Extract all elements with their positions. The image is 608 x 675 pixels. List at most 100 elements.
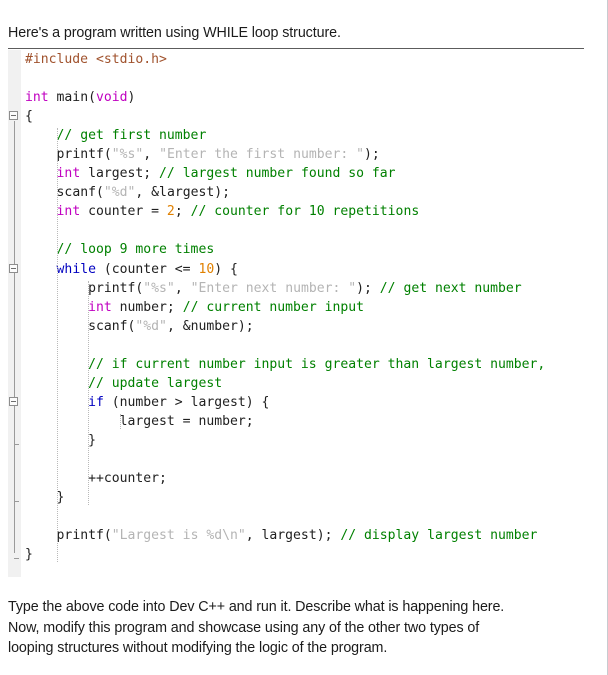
code-token: printf( — [56, 528, 112, 544]
code-token: // update largest — [88, 375, 223, 391]
code-line: scanf("%d", &largest); — [21, 183, 545, 202]
code-token: // get next number — [379, 280, 522, 296]
code-token: void — [95, 90, 128, 106]
document-page: Here's a program written using WHILE loo… — [0, 0, 608, 675]
code-token: printf( — [56, 147, 112, 163]
indent-guide — [119, 413, 121, 429]
code-token: if — [88, 394, 104, 410]
code-line: int largest; // largest number found so … — [21, 164, 545, 183]
code-token: } — [25, 547, 33, 563]
code-line: #include <stdio.h> — [21, 50, 545, 69]
indent-guide — [56, 128, 58, 563]
code-fold-toggle-icon[interactable] — [9, 396, 18, 406]
code-line: if (number > largest) { — [21, 393, 545, 412]
code-token: main( — [48, 90, 96, 106]
code-line: int main(void) — [21, 88, 545, 107]
code-token: ); — [364, 147, 380, 163]
code-token: { — [25, 109, 33, 125]
code-token: // get first number — [56, 128, 207, 144]
code-line: int number; // current number input — [21, 298, 545, 317]
code-token: // if current number input is greater th… — [88, 356, 546, 372]
code-line: // update largest — [21, 374, 545, 393]
outro-line: Type the above code into Dev C++ and run… — [8, 599, 505, 615]
code-token: int — [25, 90, 49, 106]
code-token: ++counter; — [88, 471, 167, 487]
code-line: while (counter <= 10) { — [21, 260, 545, 279]
code-line: printf("Largest is %d\n", largest); // d… — [21, 526, 545, 545]
code-token: counter = — [80, 204, 167, 220]
code-token: // counter for 10 repetitions — [190, 204, 420, 220]
code-token: , largest); — [245, 528, 341, 544]
code-fold-toggle-icon[interactable] — [9, 263, 18, 273]
code-token: , &largest); — [135, 185, 231, 201]
code-fold-end-tick — [14, 501, 19, 503]
code-editor-area[interactable]: #include <stdio.h> int main(void) { // ge… — [21, 50, 584, 577]
code-token: , &number); — [166, 318, 254, 334]
code-fold-bracket — [14, 406, 15, 439]
code-token: (number > largest) { — [103, 394, 270, 410]
code-line: printf("%s", "Enter the first number: ")… — [21, 145, 545, 164]
code-line: } — [21, 488, 545, 507]
code-fold-gutter[interactable] — [8, 50, 21, 577]
code-token: "Enter the first number: " — [159, 147, 365, 163]
code-token: 10 — [198, 261, 215, 277]
code-token: } — [56, 490, 65, 506]
code-token: // display largest number — [340, 528, 538, 544]
code-token: } — [88, 432, 96, 448]
code-token: ) { — [214, 261, 238, 277]
code-fold-toggle-icon[interactable] — [9, 111, 18, 121]
code-token: "%d" — [135, 318, 167, 334]
code-token: number; — [111, 299, 183, 315]
code-token: , — [143, 147, 160, 163]
code-line: ++counter; — [21, 469, 545, 488]
code-token: while — [56, 261, 96, 277]
code-token: "Largest is %d\n" — [111, 528, 246, 544]
code-line: // if current number input is greater th… — [21, 355, 545, 374]
outro-line: Now, modify this program and showcase us… — [8, 619, 480, 636]
code-line: } — [21, 545, 545, 564]
code-line: // loop 9 more times — [21, 240, 545, 259]
code-token: printf( — [88, 280, 144, 296]
code-line: largest = number; — [21, 412, 545, 431]
code-token: "Enter next number: " — [190, 280, 357, 296]
code-token: #include <stdio.h> — [25, 52, 167, 67]
code-line: int counter = 2; // counter for 10 repet… — [21, 202, 545, 221]
code-fold-end-tick — [14, 444, 19, 445]
code-token: // current number input — [182, 299, 364, 315]
code-token: ); — [356, 280, 380, 296]
code-token: 2 — [166, 204, 175, 220]
code-line: // get first number — [21, 126, 545, 145]
code-line: { — [21, 107, 545, 126]
outro-paragraph: Type the above code into Dev C++ and run… — [8, 597, 586, 659]
code-token: largest = number; — [119, 413, 254, 429]
code-fold-end-tick — [14, 558, 19, 560]
code-block: #include <stdio.h> int main(void) { // ge… — [8, 48, 584, 577]
code-fold-bracket — [14, 273, 15, 497]
code-token: int — [56, 166, 81, 182]
code-token: (counter <= — [95, 261, 199, 277]
code-token: scanf( — [88, 318, 136, 334]
code-token: int — [88, 299, 112, 315]
code-token: ; — [174, 204, 191, 220]
code-token: // loop 9 more times — [56, 242, 215, 258]
code-line: printf("%s", "Enter next number: "); // … — [21, 279, 545, 298]
code-token: "%s" — [143, 280, 175, 296]
code-source-lines: #include <stdio.h> int main(void) { // ge… — [21, 50, 545, 564]
code-token: scanf( — [56, 185, 104, 201]
code-line: } — [21, 431, 545, 450]
indent-guide — [88, 280, 90, 506]
